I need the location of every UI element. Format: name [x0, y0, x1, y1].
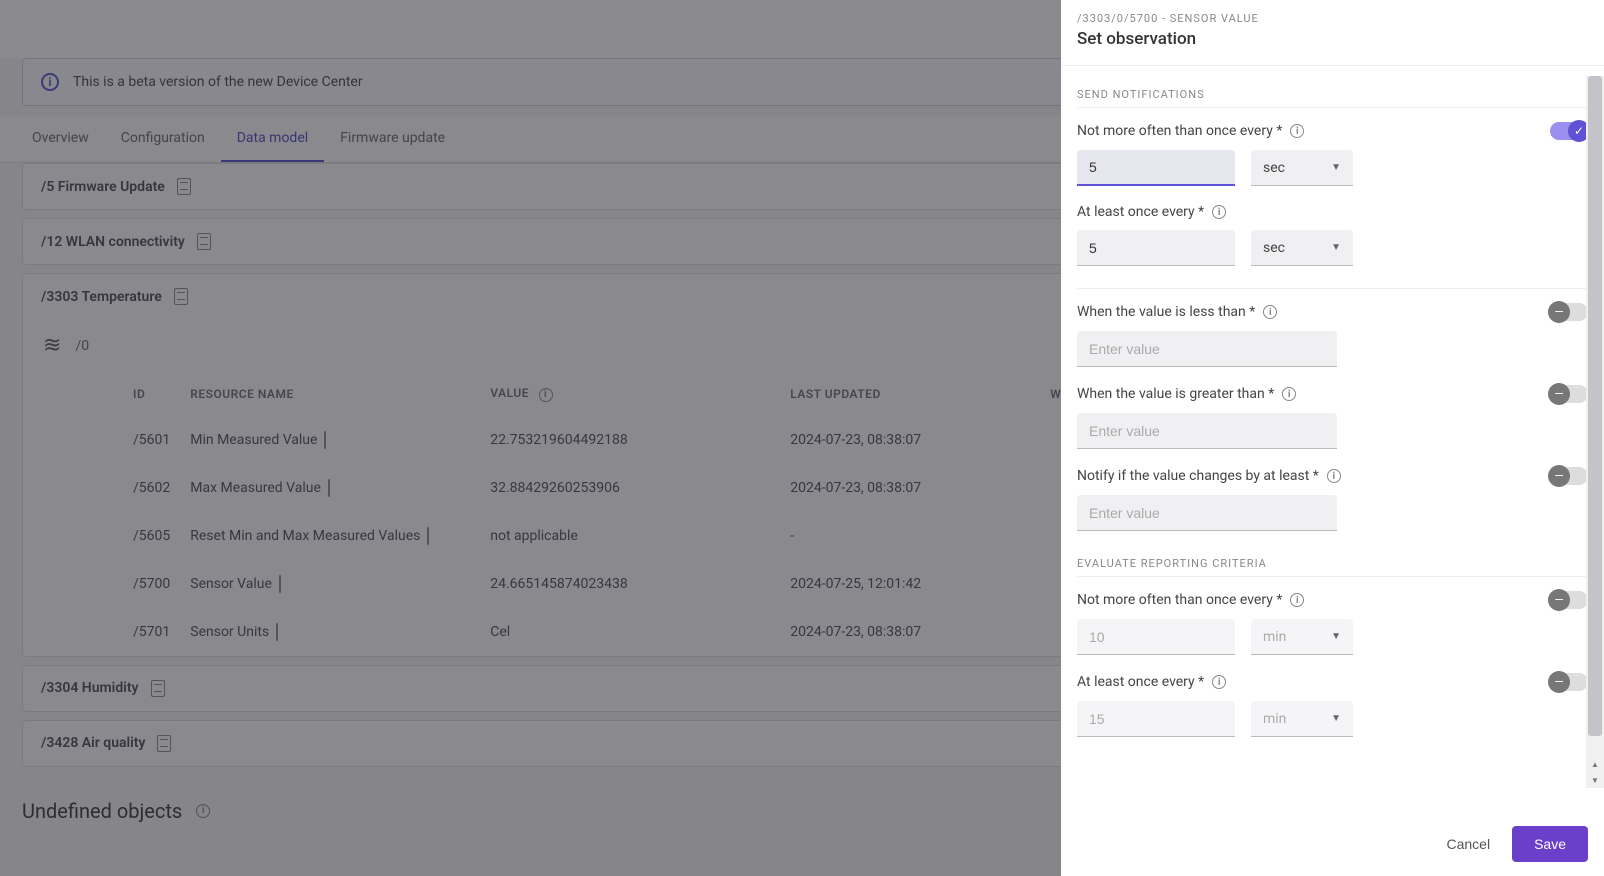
toggle-eval-pmin[interactable]: [1550, 591, 1588, 609]
unit-select-eval-pmin[interactable]: min▼: [1251, 619, 1353, 655]
chevron-down-icon: ▼: [1331, 242, 1341, 253]
info-icon[interactable]: i: [1212, 675, 1226, 689]
scrollbar-buttons[interactable]: ▲▼: [1586, 756, 1604, 788]
input-less-than[interactable]: [1077, 331, 1337, 367]
input-eval-pmin[interactable]: [1077, 619, 1235, 655]
label-eval-pmin: Not more often than once every * i: [1077, 592, 1304, 608]
section-send-notifications: SEND NOTIFICATIONS: [1077, 66, 1588, 107]
chevron-down-icon: ▼: [1331, 631, 1341, 642]
scrollbar-thumb[interactable]: [1588, 76, 1602, 736]
label-less-than: When the value is less than * i: [1077, 304, 1277, 320]
toggle-less-than[interactable]: [1550, 303, 1588, 321]
info-icon[interactable]: i: [1327, 469, 1341, 483]
unit-select-send-pmin[interactable]: sec▼: [1251, 150, 1353, 186]
label-at-least-once: At least once every * i: [1077, 204, 1226, 220]
observation-panel: /3303/0/5700 - SENSOR VALUE Set observat…: [1061, 0, 1604, 876]
input-eval-pmax[interactable]: [1077, 701, 1235, 737]
input-changes-by[interactable]: [1077, 495, 1337, 531]
input-send-pmin[interactable]: [1077, 150, 1235, 186]
info-icon[interactable]: i: [1263, 305, 1277, 319]
toggle-send-pmin[interactable]: [1550, 122, 1588, 140]
chevron-down-icon: ▼: [1331, 713, 1341, 724]
cancel-button[interactable]: Cancel: [1442, 828, 1494, 860]
save-button[interactable]: Save: [1512, 826, 1588, 862]
input-send-pmax[interactable]: [1077, 230, 1235, 266]
toggle-greater-than[interactable]: [1550, 385, 1588, 403]
label-eval-pmax: At least once every * i: [1077, 674, 1226, 690]
toggle-eval-pmax[interactable]: [1550, 673, 1588, 691]
unit-select-send-pmax[interactable]: sec▼: [1251, 230, 1353, 266]
input-greater-than[interactable]: [1077, 413, 1337, 449]
info-icon[interactable]: i: [1282, 387, 1296, 401]
label-greater-than: When the value is greater than * i: [1077, 386, 1296, 402]
label-not-more-often: Not more often than once every * i: [1077, 123, 1304, 139]
section-evaluate-criteria: EVALUATE REPORTING CRITERIA: [1077, 535, 1588, 576]
toggle-changes-by[interactable]: [1550, 467, 1588, 485]
info-icon[interactable]: i: [1290, 593, 1304, 607]
panel-title: Set observation: [1077, 29, 1588, 49]
info-icon[interactable]: i: [1212, 205, 1226, 219]
unit-select-eval-pmax[interactable]: min▼: [1251, 701, 1353, 737]
panel-breadcrumb: /3303/0/5700 - SENSOR VALUE: [1077, 12, 1588, 25]
label-changes-by: Notify if the value changes by at least …: [1077, 468, 1341, 484]
info-icon[interactable]: i: [1290, 124, 1304, 138]
chevron-down-icon: ▼: [1331, 162, 1341, 173]
